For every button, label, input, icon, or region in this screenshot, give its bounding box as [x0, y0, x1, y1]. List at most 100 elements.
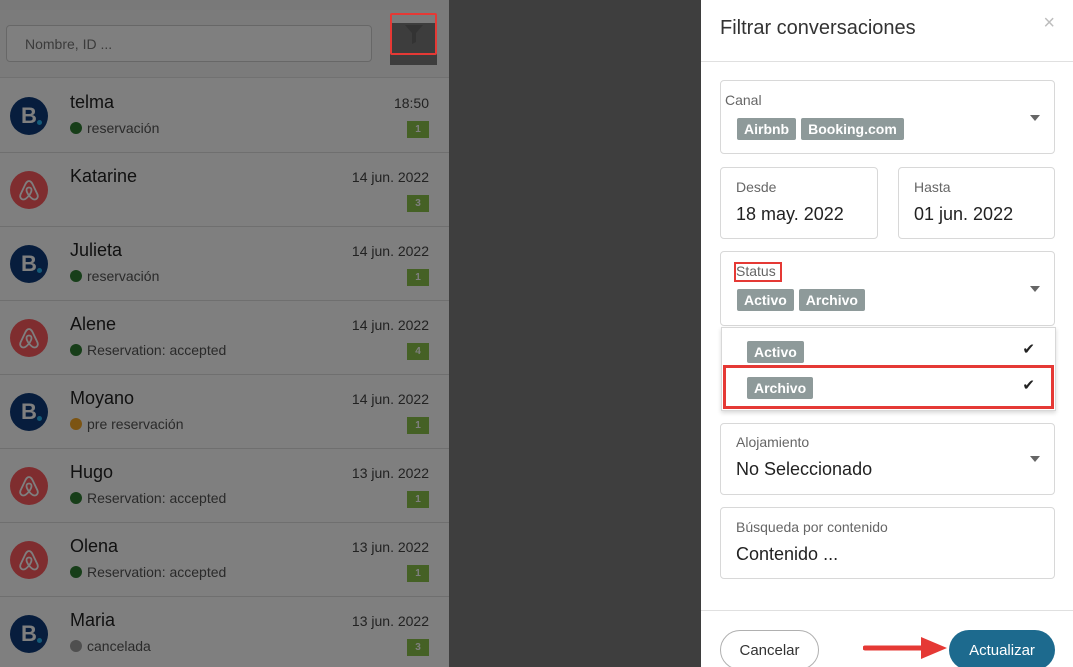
status-dot [70, 270, 82, 282]
unread-badge: 4 [407, 343, 429, 360]
alojamiento-select[interactable]: Alojamiento No Seleccionado [720, 423, 1055, 495]
busqueda-label: Búsqueda por contenido [736, 519, 888, 535]
unread-badge: 1 [407, 565, 429, 582]
conversation-date: 14 jun. 2022 [351, 317, 429, 333]
booking-logo-icon: B [10, 245, 48, 283]
status-dot [70, 640, 82, 652]
conversation-status: reservación [70, 268, 159, 284]
airbnb-logo-icon [10, 541, 48, 579]
cancel-button[interactable]: Cancelar [720, 630, 819, 667]
status-text: Reservation: accepted [87, 342, 227, 358]
chip-archivo[interactable]: Archivo [798, 289, 865, 311]
status-label: Status [736, 263, 776, 279]
unread-badge: 1 [407, 491, 429, 508]
header-divider [701, 61, 1073, 62]
unread-badge: 3 [407, 639, 429, 656]
unread-badge: 3 [407, 195, 429, 212]
conversation-item[interactable]: B Maria 13 jun. 2022 cancelada 3 [0, 597, 449, 667]
conversation-item[interactable]: Alene 14 jun. 2022 Reservation: accepted 4 [0, 301, 449, 375]
contact-name: Alene [70, 314, 117, 334]
unread-badge: 1 [407, 417, 429, 434]
search-input[interactable] [6, 25, 372, 62]
status-dot [70, 418, 82, 430]
conversation-status: reservación [70, 120, 159, 136]
airbnb-logo-icon [10, 467, 48, 505]
status-text: reservación [87, 120, 160, 136]
status-dot [70, 566, 82, 578]
conversation-item[interactable]: Katarine 14 jun. 2022 3 [0, 153, 449, 227]
alojamiento-value: No Seleccionado [736, 459, 873, 479]
booking-letter: B [21, 399, 42, 425]
booking-letter: B [21, 621, 42, 647]
chevron-down-icon[interactable] [1030, 456, 1040, 462]
conversation-date: 18:50 [393, 95, 429, 111]
airbnb-logo-icon [10, 319, 48, 357]
status-select[interactable]: Status Activo Archivo [720, 251, 1055, 326]
chevron-down-icon[interactable] [1030, 115, 1040, 121]
search-bar [0, 10, 449, 78]
arrow-right-icon [863, 637, 947, 659]
canal-label: Canal [725, 92, 762, 108]
status-dot [70, 122, 82, 134]
conversation-date: 14 jun. 2022 [351, 169, 429, 185]
contact-name: Olena [70, 536, 119, 556]
hasta-field[interactable]: Hasta 01 jun. 2022 [898, 167, 1055, 239]
contact-name: Moyano [70, 388, 135, 408]
filter-icon [404, 25, 423, 44]
option-archivo-highlight [723, 365, 1054, 409]
desde-field[interactable]: Desde 18 may. 2022 [720, 167, 878, 239]
status-text: Reservation: accepted [87, 564, 227, 580]
busqueda-input[interactable]: Contenido ... [736, 544, 838, 565]
conversation-date: 13 jun. 2022 [351, 465, 429, 481]
status-chips: Activo Archivo [737, 289, 870, 311]
chip-airbnb[interactable]: Airbnb [737, 118, 797, 140]
canal-chips: Airbnb Booking.com [737, 118, 909, 140]
booking-logo-icon: B [10, 393, 48, 431]
status-dot [70, 492, 82, 504]
conversation-status: Reservation: accepted [70, 564, 226, 580]
conversation-status: pre reservación [70, 416, 184, 432]
desde-label: Desde [736, 179, 777, 195]
contact-name: Katarine [70, 166, 138, 186]
option-activo-label: Activo [747, 341, 804, 363]
top-strip [0, 0, 449, 10]
option-activo[interactable]: Activo ✔ [722, 331, 1055, 365]
chip-booking[interactable]: Booking.com [801, 118, 904, 140]
chevron-down-icon[interactable] [1030, 286, 1040, 292]
contact-name: Maria [70, 610, 116, 630]
conversation-list: Btelma 18:50 reservación 1 Katarine 14 jun. 2… [0, 79, 449, 667]
contact-name: Hugo [70, 462, 114, 482]
hasta-value: 01 jun. 2022 [914, 204, 1014, 224]
conversation-date: 13 jun. 2022 [351, 613, 429, 629]
busqueda-field[interactable]: Búsqueda por contenido Contenido ... [720, 507, 1055, 579]
canal-select[interactable]: Canal Airbnb Booking.com [720, 80, 1055, 154]
desde-value: 18 may. 2022 [736, 204, 844, 224]
status-text: Reservation: accepted [87, 490, 227, 506]
close-icon[interactable]: × [1043, 12, 1055, 35]
check-icon: ✔ [1022, 341, 1035, 358]
conversation-item[interactable]: B Moyano 14 jun. 2022 pre reservación 1 [0, 375, 449, 449]
contact-name: Julieta [70, 240, 123, 260]
conversation-date: 13 jun. 2022 [351, 539, 429, 555]
conversation-status: Reservation: accepted [70, 342, 226, 358]
conversation-item[interactable]: Olena 13 jun. 2022 Reservation: accepted 1 [0, 523, 449, 597]
booking-letter: B [21, 251, 42, 277]
chip-activo[interactable]: Activo [737, 289, 794, 311]
conversation-item[interactable]: Hugo 13 jun. 2022 Reservation: accepted 1 [0, 449, 449, 523]
update-button[interactable]: Actualizar [949, 630, 1055, 667]
conversation-item[interactable]: Btelma 18:50 reservación 1 [0, 79, 449, 153]
contact-name: telma [70, 92, 115, 112]
conversation-status: cancelada [70, 638, 151, 654]
booking-logo-icon: B [10, 615, 48, 653]
conversation-status: Reservation: accepted [70, 490, 226, 506]
conversation-date: 14 jun. 2022 [351, 243, 429, 259]
airbnb-logo-icon [10, 171, 48, 209]
conversation-item[interactable]: B Julieta 14 jun. 2022 reservación 1 [0, 227, 449, 301]
status-dropdown: Activo ✔ Archivo ✔ [721, 327, 1056, 411]
conversation-date: 14 jun. 2022 [351, 391, 429, 407]
conversation-list-pane: Btelma 18:50 reservación 1 Katarine 14 jun. 2… [0, 0, 449, 667]
booking-letter: B [21, 103, 42, 129]
filter-button[interactable] [390, 13, 437, 55]
panel-title: Filtrar conversaciones [720, 17, 916, 39]
filter-panel: Filtrar conversaciones × Canal Airbnb Bo… [701, 0, 1073, 667]
